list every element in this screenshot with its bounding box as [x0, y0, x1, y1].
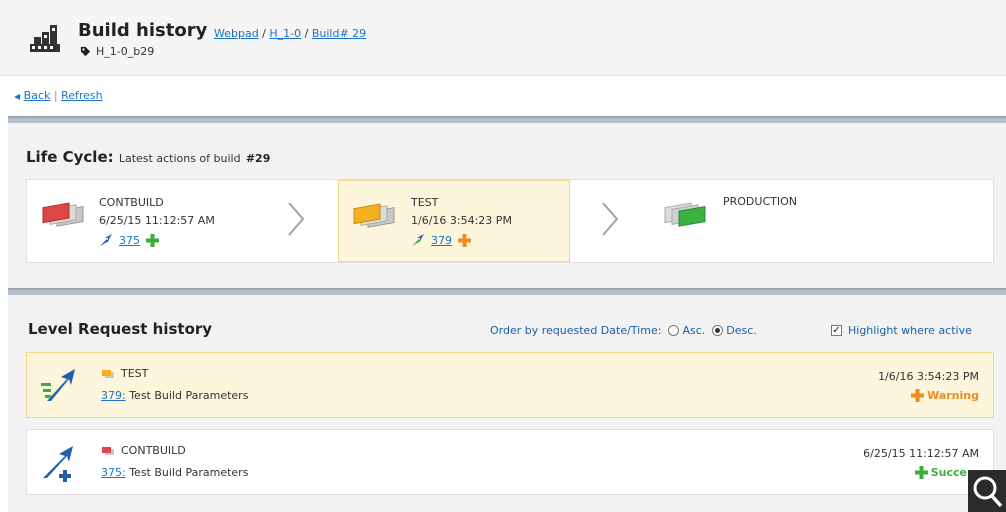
stage-name: PRODUCTION	[723, 195, 797, 208]
plus-icon	[146, 233, 159, 247]
stage-request-link[interactable]: 375	[119, 234, 140, 247]
stage-request: 379	[411, 233, 471, 247]
build-tag: H_1-0_b29	[80, 45, 154, 58]
breadcrumb-version[interactable]: H_1-0	[269, 27, 301, 40]
building-icon	[30, 25, 60, 52]
chevron-right-icon	[288, 202, 305, 236]
lifecycle-build-ref: #29	[245, 152, 271, 165]
deploy-arrow-icon	[41, 369, 75, 401]
stage-request-link[interactable]: 379	[431, 234, 452, 247]
lifecycle-heading: Life Cycle: Latest actions of build #29	[26, 148, 270, 166]
stage-production[interactable]: PRODUCTION	[647, 180, 993, 262]
request-status: Warning	[911, 389, 979, 402]
page-header: Build history Webpad / H_1-0 / Build# 29…	[0, 0, 1006, 76]
build-tag-label: H_1-0_b29	[96, 45, 155, 58]
action-bar	[0, 76, 1006, 116]
stage-date: 1/6/16 3:54:23 PM	[411, 214, 512, 227]
breadcrumb-build[interactable]: Build# 29	[312, 27, 366, 40]
request-date: 1/6/16 3:54:23 PM	[878, 370, 979, 383]
level-cards-icon	[664, 202, 706, 227]
section-divider	[8, 288, 1006, 295]
order-asc-radio[interactable]	[668, 325, 680, 336]
plus-icon	[911, 389, 925, 402]
order-asc-label[interactable]: Asc.	[682, 324, 705, 337]
request-params-label: Test Build Parameters	[129, 466, 249, 479]
deploy-arrow-icon	[412, 234, 424, 246]
request-date: 6/25/15 11:12:57 AM	[863, 447, 979, 460]
request-level-name: CONTBUILD	[121, 444, 186, 457]
action-links: ◀ Back | Refresh	[14, 89, 103, 102]
request-id-link[interactable]: 375:	[101, 466, 126, 479]
deploy-arrow-icon	[100, 234, 112, 246]
breadcrumb-separator: /	[258, 27, 270, 40]
level-cards-icon	[102, 446, 114, 455]
request-id-link[interactable]: 379:	[101, 389, 126, 402]
lifecycle-subtitle: Latest actions of build	[118, 152, 241, 165]
section-divider	[8, 116, 1006, 123]
request-params-label: Test Build Parameters	[129, 389, 249, 402]
level-cards-icon	[353, 203, 395, 228]
request-status-label: Warning	[927, 389, 979, 402]
order-desc-label[interactable]: Desc.	[726, 324, 757, 337]
chevron-right-icon	[602, 202, 619, 236]
breadcrumb: Webpad / H_1-0 / Build# 29	[214, 27, 366, 40]
request-params: 379: Test Build Parameters	[101, 389, 248, 402]
search-icon	[973, 476, 1003, 508]
plus-icon	[914, 466, 928, 479]
lifecycle-title: Life Cycle:	[26, 148, 114, 166]
stage-date: 6/25/15 11:12:57 AM	[99, 214, 215, 227]
request-row[interactable]: CONTBUILD 375: Test Build Parameters 6/2…	[26, 429, 994, 495]
stage-request: 375	[99, 233, 159, 247]
request-level: CONTBUILD	[101, 444, 186, 457]
stage-test[interactable]: TEST 1/6/16 3:54:23 PM 379	[338, 180, 570, 262]
deploy-arrow-icon	[43, 446, 73, 482]
order-control: Order by requested Date/Time: Asc. Desc.	[490, 324, 757, 337]
request-row[interactable]: TEST 379: Test Build Parameters 1/6/16 3…	[26, 352, 994, 418]
request-status: Succe	[914, 466, 967, 479]
tag-icon	[80, 46, 91, 57]
action-divider: |	[53, 89, 58, 102]
level-cards-icon	[102, 369, 114, 378]
back-link[interactable]: Back	[24, 89, 51, 102]
lifecycle-stages: CONTBUILD 6/25/15 11:12:57 AM 375 TEST 1…	[26, 179, 994, 263]
level-cards-icon	[42, 202, 84, 227]
order-label: Order by requested Date/Time:	[490, 324, 662, 337]
refresh-link[interactable]: Refresh	[61, 89, 103, 102]
highlight-control: ✓ Highlight where active	[831, 324, 972, 337]
stage-contbuild[interactable]: CONTBUILD 6/25/15 11:12:57 AM 375	[27, 180, 327, 262]
history-title: Level Request history	[28, 320, 213, 338]
request-status-label: Succe	[930, 466, 967, 479]
highlight-checkbox[interactable]: ✓	[831, 325, 842, 336]
plus-icon	[458, 233, 471, 247]
zoom-button[interactable]	[968, 470, 1006, 512]
request-params: 375: Test Build Parameters	[101, 466, 248, 479]
highlight-label[interactable]: Highlight where active	[848, 324, 972, 337]
page-title: Build history	[78, 20, 208, 41]
breadcrumb-separator: /	[301, 27, 312, 40]
order-desc-radio[interactable]	[712, 325, 724, 336]
request-level-name: TEST	[121, 367, 149, 380]
back-arrow-icon: ◀	[14, 92, 21, 101]
stage-name: TEST	[411, 196, 439, 209]
breadcrumb-webpad[interactable]: Webpad	[214, 27, 259, 40]
stage-name: CONTBUILD	[99, 196, 164, 209]
request-level: TEST	[101, 367, 148, 380]
